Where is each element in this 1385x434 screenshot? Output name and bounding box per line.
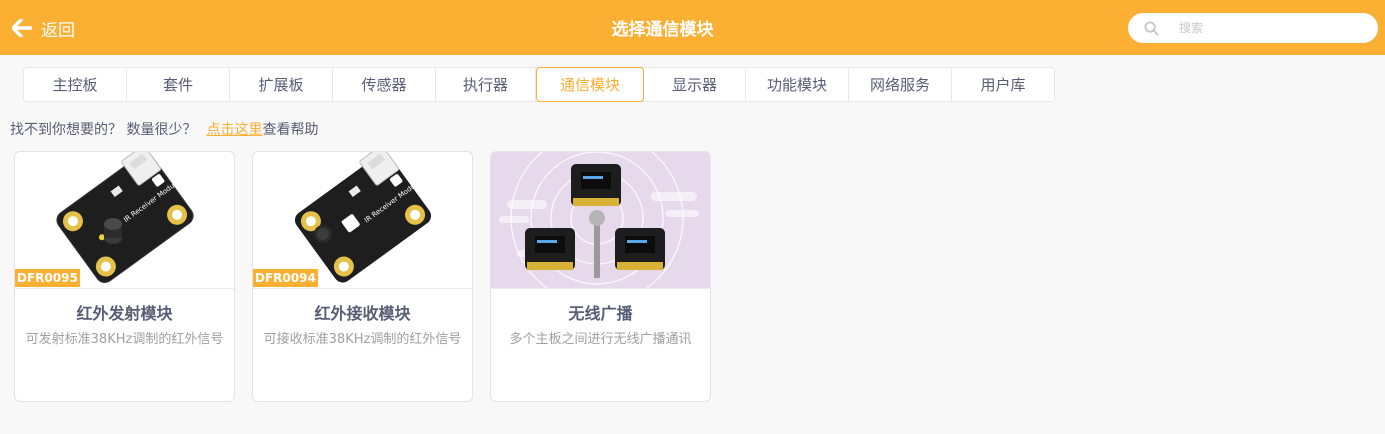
card-divider: [15, 288, 234, 289]
top-bar: 返回 选择通信模块: [0, 0, 1385, 55]
search-icon: [1144, 21, 1159, 35]
search-box[interactable]: [1128, 13, 1378, 43]
card-divider: [253, 288, 472, 289]
tab-actuators[interactable]: 执行器: [436, 68, 536, 101]
search-input[interactable]: [1179, 21, 1369, 35]
page-title: 选择通信模块: [611, 20, 714, 40]
tab-display[interactable]: 显示器: [644, 68, 746, 101]
card-description: 多个主板之间进行无线广播通讯: [509, 332, 692, 347]
help-prefix: 找不到你想要的？ 数量很少？: [10, 122, 197, 138]
extension-card-ir-receiver[interactable]: IR Receiver Module V2 DFR0094 红外接收模块 可接收…: [252, 151, 473, 402]
tab-main-board[interactable]: 主控板: [24, 68, 127, 101]
tab-expansion-board[interactable]: 扩展板: [230, 68, 333, 101]
help-link[interactable]: 点击这里: [206, 122, 262, 138]
card-image: [491, 152, 710, 288]
led-icon: [104, 218, 122, 244]
tab-function-modules[interactable]: 功能模块: [746, 68, 849, 101]
help-suffix: 查看帮助: [262, 122, 319, 138]
sku-badge: DFR0094: [253, 269, 318, 287]
extension-card-ir-transmitter[interactable]: IR Receiver Module V2 DFR0095 红外发射模块 可发射…: [14, 151, 235, 402]
tab-network-services[interactable]: 网络服务: [849, 68, 952, 101]
card-title: 红外接收模块: [314, 304, 411, 323]
card-divider: [491, 288, 710, 289]
tab-communication[interactable]: 通信模块: [536, 67, 644, 102]
tab-kit[interactable]: 套件: [127, 68, 230, 101]
broadcast-icon: [499, 152, 699, 288]
ir-receiver-board-image: IR Receiver Module V2: [294, 152, 431, 283]
card-title: 无线广播: [568, 304, 633, 323]
ir-transmitter-board-image: IR Receiver Module V2: [56, 152, 194, 283]
help-text: 找不到你想要的？ 数量很少？ 点击这里查看帮助: [10, 119, 318, 139]
card-title: 红外发射模块: [76, 304, 173, 323]
tab-sensors[interactable]: 传感器: [333, 68, 436, 101]
tab-user-library[interactable]: 用户库: [952, 68, 1054, 101]
category-tabs: 主控板 套件 扩展板 传感器 执行器 通信模块 显示器 功能模块 网络服务 用户…: [23, 67, 1055, 102]
card-image: IR Receiver Module V2 DFR0094: [253, 152, 472, 288]
receiver-icon: [314, 225, 332, 243]
card-description: 可发射标准38KHz调制的红外信号: [25, 332, 224, 347]
card-image: IR Receiver Module V2 DFR0095: [15, 152, 234, 288]
sku-badge: DFR0095: [15, 269, 80, 287]
extension-card-wireless-broadcast[interactable]: 无线广播 多个主板之间进行无线广播通讯: [490, 151, 711, 402]
card-description: 可接收标准38KHz调制的红外信号: [263, 332, 462, 347]
